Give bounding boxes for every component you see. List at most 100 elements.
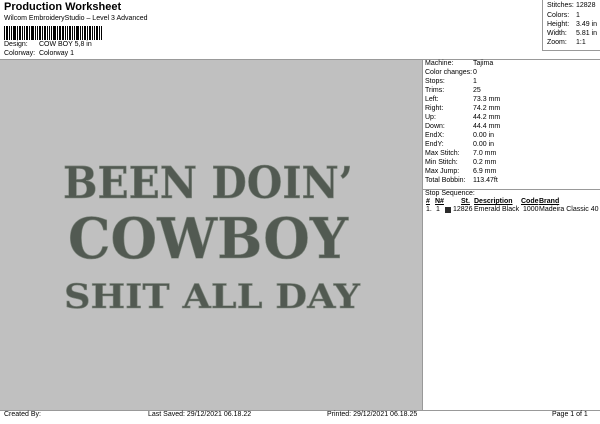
printed-date: Printed: 29/12/2021 06.18.25 bbox=[327, 411, 418, 418]
info-label: Left: bbox=[425, 96, 439, 103]
colors-row: Colors: 1 bbox=[547, 12, 580, 19]
barcode-bar bbox=[47, 26, 48, 40]
design-line-2: COWBOY bbox=[68, 206, 349, 272]
column-header: Description bbox=[474, 198, 513, 205]
info-value: 44.2 mm bbox=[473, 114, 501, 121]
barcode-bar bbox=[53, 26, 56, 40]
zoom-row: Zoom: 1:1 bbox=[547, 39, 586, 46]
barcode-bar bbox=[49, 26, 50, 40]
colors-value: 1 bbox=[576, 12, 580, 19]
barcode-bar bbox=[101, 26, 102, 40]
barcode-bar bbox=[13, 26, 16, 40]
info-value: 6.9 mm bbox=[473, 168, 497, 175]
barcode-bar bbox=[19, 26, 21, 40]
info-row: Machine: Tajima bbox=[425, 60, 493, 67]
last-saved: Last Saved: 29/12/2021 06.18.22 bbox=[148, 411, 252, 418]
info-row: Min Stitch: 0.2 mm bbox=[425, 159, 496, 166]
info-value: 0.2 mm bbox=[473, 159, 497, 166]
colors-label: Colors: bbox=[547, 12, 570, 19]
column-header: Brand bbox=[539, 198, 560, 205]
info-row: Down: 44.4 mm bbox=[425, 123, 500, 130]
barcode bbox=[4, 24, 122, 40]
info-row: Trims: 25 bbox=[425, 87, 481, 94]
height-value: 3.49 in bbox=[576, 21, 598, 28]
barcode-bar bbox=[17, 26, 18, 40]
info-value: 0.00 in bbox=[473, 132, 495, 139]
created-by: Created By: bbox=[4, 411, 41, 418]
design-preview: BEEN DOIN’ COWBOY SHIT ALL DAY bbox=[0, 60, 423, 410]
info-label: Down: bbox=[425, 123, 445, 130]
width-value: 5.81 in bbox=[576, 30, 598, 37]
info-value: 0.00 in bbox=[473, 141, 495, 148]
barcode-bar bbox=[4, 26, 5, 40]
barcode-bar bbox=[96, 26, 98, 40]
design-label: Design: bbox=[4, 41, 28, 48]
barcode-bar bbox=[6, 26, 8, 40]
design-value: COW BOY 5,8 in bbox=[38, 41, 92, 48]
stitches-label: Stitches: bbox=[547, 2, 574, 9]
thread-description: Emerald Black bbox=[474, 206, 520, 213]
barcode-bar bbox=[76, 26, 79, 40]
barcode-bar bbox=[31, 26, 34, 40]
info-label: Max Jump: bbox=[425, 168, 460, 175]
info-label: Stops: bbox=[425, 78, 445, 85]
info-row: Up: 44.2 mm bbox=[425, 114, 500, 121]
info-label: EndY: bbox=[425, 141, 444, 148]
zoom-value: 1:1 bbox=[576, 39, 586, 46]
info-label: Right: bbox=[425, 105, 444, 112]
info-value: 113.47ft bbox=[473, 177, 498, 184]
barcode-bar bbox=[92, 26, 93, 40]
row-index: 1. bbox=[426, 206, 432, 213]
barcode-bar bbox=[74, 26, 75, 40]
info-value: 1 bbox=[473, 78, 477, 85]
info-label: EndX: bbox=[425, 132, 445, 139]
barcode-bar bbox=[67, 26, 68, 40]
barcode-bar bbox=[65, 26, 66, 40]
info-label: Trims: bbox=[425, 87, 445, 94]
column-header: # bbox=[426, 198, 430, 205]
info-value: Tajima bbox=[473, 60, 494, 67]
colorway-value: Colorway 1 bbox=[38, 50, 74, 57]
stitches-value: 12828 bbox=[576, 2, 596, 9]
barcode-bar bbox=[39, 26, 41, 40]
barcode-bar bbox=[94, 26, 95, 40]
barcode-bar bbox=[24, 26, 25, 40]
page-title: Production Worksheet bbox=[4, 1, 122, 13]
info-label: Machine: bbox=[425, 60, 454, 67]
barcode-bar bbox=[99, 26, 100, 40]
barcode-bar bbox=[26, 26, 28, 40]
info-label: Total Bobbin: bbox=[425, 177, 466, 184]
barcode-bar bbox=[42, 26, 43, 40]
colorway-field: Colorway: Colorway 1 bbox=[4, 50, 74, 57]
barcode-bar bbox=[29, 26, 30, 40]
summary-box: Stitches: 12828 Colors: 1 Height: 3.49 in W… bbox=[542, 0, 600, 51]
info-row: Color changes:0 bbox=[425, 69, 477, 76]
thread-color-swatch bbox=[445, 207, 451, 213]
software-name: Wilcom EmbroideryStudio – Level 3 Advanc… bbox=[4, 15, 148, 22]
barcode-bar bbox=[11, 26, 12, 40]
width-label: Width: bbox=[547, 30, 567, 37]
barcode-bar bbox=[57, 26, 58, 40]
barcode-bar bbox=[89, 26, 91, 40]
colorway-label: Colorway: bbox=[4, 50, 36, 57]
barcode-bar bbox=[62, 26, 64, 40]
stitches-row: Stitches: 12828 bbox=[547, 2, 595, 9]
barcode-bar bbox=[51, 26, 52, 40]
design-line-1: BEEN DOIN’ bbox=[63, 158, 353, 209]
design-field: Design: COW BOY 5,8 in bbox=[4, 41, 92, 48]
info-row: Max Jump: 6.9 mm bbox=[425, 168, 496, 175]
barcode-bar bbox=[44, 26, 46, 40]
embroidery-design: BEEN DOIN’ COWBOY SHIT ALL DAY bbox=[63, 158, 361, 318]
info-value: 73.3 mm bbox=[473, 96, 501, 103]
info-value: 0 bbox=[473, 69, 477, 76]
info-label: Color changes: bbox=[425, 69, 473, 76]
info-row: Left: 73.3 mm bbox=[425, 96, 500, 103]
barcode-bar bbox=[72, 26, 73, 40]
page-number: Page 1 of 1 bbox=[552, 411, 588, 418]
info-value: 74.2 mm bbox=[473, 105, 501, 112]
barcode-bar bbox=[69, 26, 71, 40]
barcode-bar bbox=[87, 26, 88, 40]
footer-divider bbox=[0, 410, 600, 411]
height-label: Height: bbox=[547, 21, 570, 28]
stop-sequence-label: Stop Sequence: bbox=[425, 190, 475, 197]
